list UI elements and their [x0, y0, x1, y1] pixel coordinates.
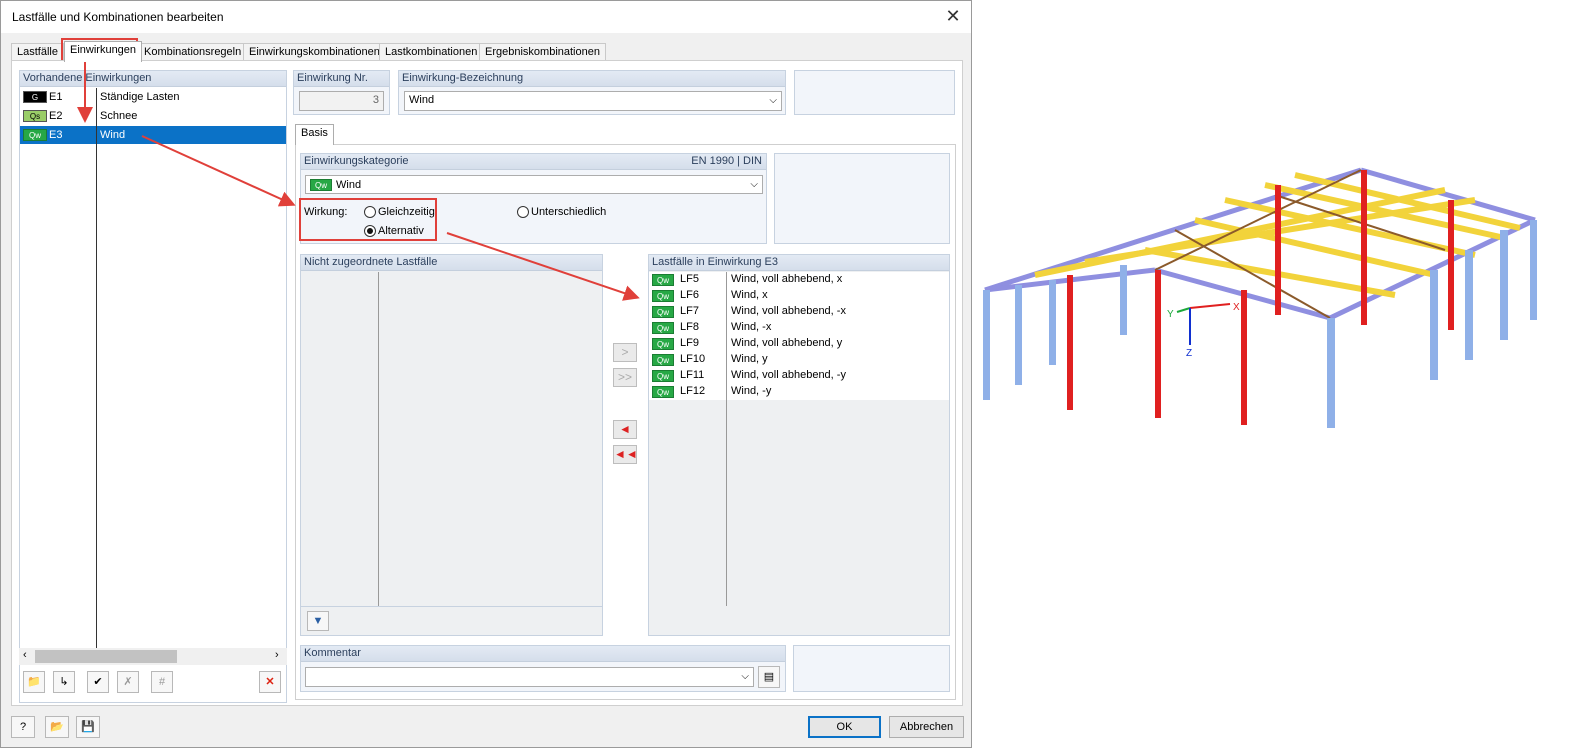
column-red	[1155, 270, 1161, 418]
column-red	[1448, 200, 1454, 330]
tab-label: Basis	[301, 127, 328, 139]
x-axis	[1189, 303, 1231, 309]
column	[1120, 265, 1127, 335]
column-red	[1275, 185, 1281, 315]
column	[1327, 318, 1335, 428]
y-axis-label: Y	[1167, 309, 1174, 320]
structure-3d-model: X Y Z	[983, 167, 1537, 428]
x-axis-label: X	[1233, 302, 1240, 313]
y-axis	[1176, 307, 1191, 313]
column	[983, 290, 990, 400]
column	[1049, 280, 1056, 365]
column	[1430, 270, 1438, 380]
tab-einwirkungen[interactable]: Einwirkungen	[64, 41, 143, 62]
tab-label: Einwirkungen	[70, 44, 137, 56]
column	[1500, 230, 1508, 340]
column	[1015, 285, 1022, 385]
z-axis-label: Z	[1186, 348, 1192, 359]
column	[1530, 220, 1537, 320]
tab-basis[interactable]: Basis	[295, 124, 334, 145]
annotation-arrow	[446, 232, 640, 301]
annotation-arrow	[141, 135, 296, 207]
column-red	[1067, 275, 1073, 410]
column-red	[1361, 170, 1367, 325]
column-red	[1241, 290, 1247, 425]
annotation-arrows	[77, 62, 640, 301]
column	[1465, 250, 1473, 360]
